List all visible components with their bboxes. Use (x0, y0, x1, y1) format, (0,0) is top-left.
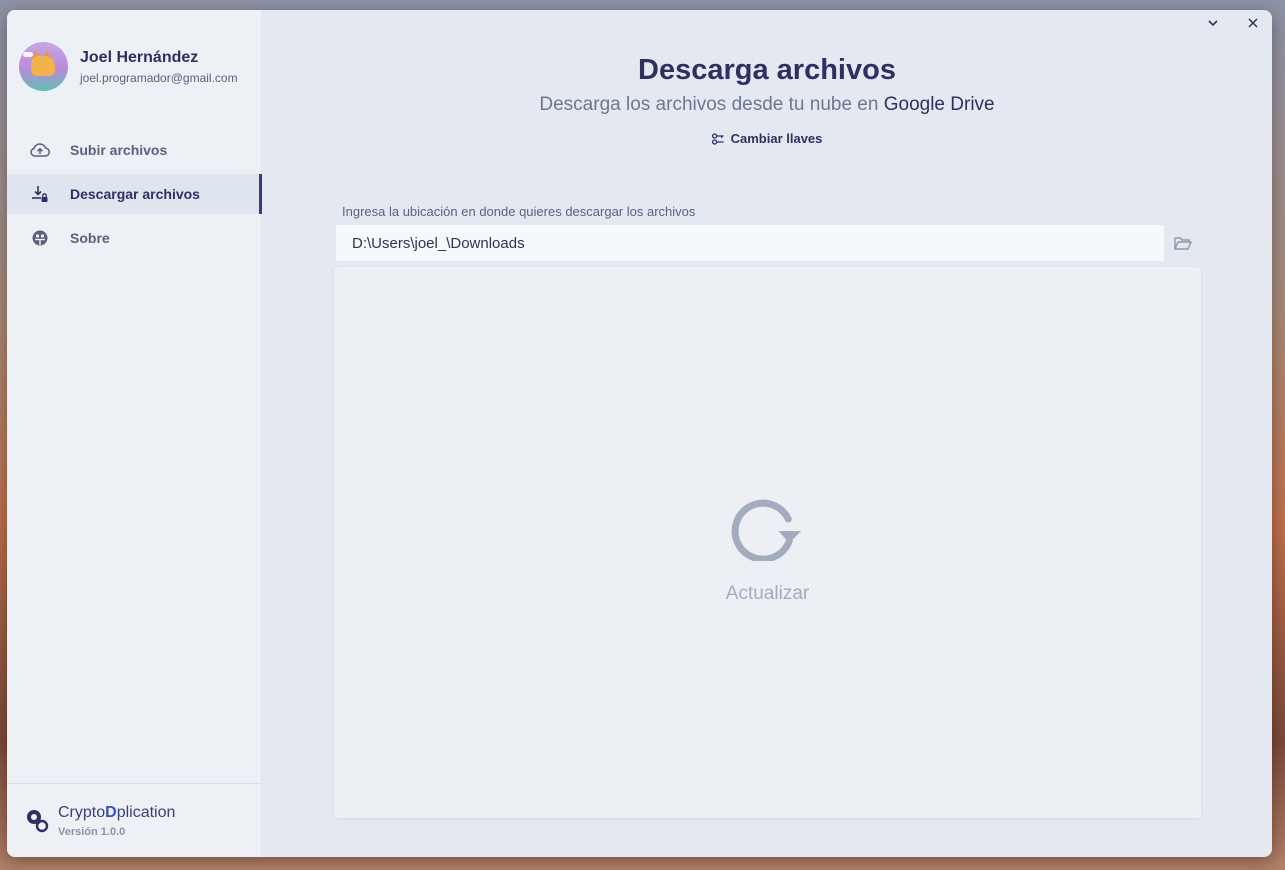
sidebar-item-descargar-archivos[interactable]: Descargar archivos (7, 174, 262, 214)
sidebar-item-subir-archivos[interactable]: Subir archivos (7, 130, 262, 170)
user-email: joel.programador@gmail.com (80, 70, 238, 85)
brand-logo-icon (25, 808, 51, 834)
folder-open-icon[interactable] (1171, 232, 1195, 254)
brand-name: CryptoDplication (58, 804, 176, 821)
page-subtitle: Descarga los archivos desde tu nube en G… (539, 94, 995, 115)
sidebar: Joel Hernández joel.programador@gmail.co… (7, 10, 262, 857)
refresh-button[interactable]: Actualizar (726, 497, 809, 605)
user-name: Joel Hernández (80, 48, 199, 66)
download-path-input[interactable] (336, 225, 1164, 261)
sidebar-item-label: Descargar archivos (70, 186, 200, 202)
subtitle-accent: Google Drive (883, 94, 995, 115)
sidebar-item-label: Subir archivos (70, 142, 168, 158)
user-profile[interactable]: Joel Hernández joel.programador@gmail.co… (19, 42, 238, 91)
sidebar-item-label: Sobre (70, 230, 110, 246)
sidebar-footer: CryptoDplication Versión 1.0.0 (7, 783, 262, 857)
download-lock-icon (29, 183, 51, 205)
refresh-icon (731, 499, 802, 561)
avatar (19, 42, 68, 91)
change-keys-button[interactable]: Cambiar llaves (711, 131, 822, 146)
refresh-label: Actualizar (725, 583, 810, 604)
keys-icon (711, 132, 724, 145)
app-version: Versión 1.0.0 (58, 826, 126, 838)
sidebar-nav: Subir archivos Descargar archivos Sobre (7, 130, 262, 262)
download-path-label: Ingresa la ubicación en donde quieres de… (342, 204, 696, 219)
info-face-icon (29, 227, 51, 249)
sidebar-item-sobre[interactable]: Sobre (7, 218, 262, 258)
files-panel: Actualizar (334, 267, 1201, 818)
page-title: Descarga archivos (638, 54, 896, 86)
app-window: Joel Hernández joel.programador@gmail.co… (7, 10, 1272, 857)
cloud-upload-icon (29, 139, 51, 161)
main-content: Descarga archivos Descarga los archivos … (262, 10, 1272, 857)
